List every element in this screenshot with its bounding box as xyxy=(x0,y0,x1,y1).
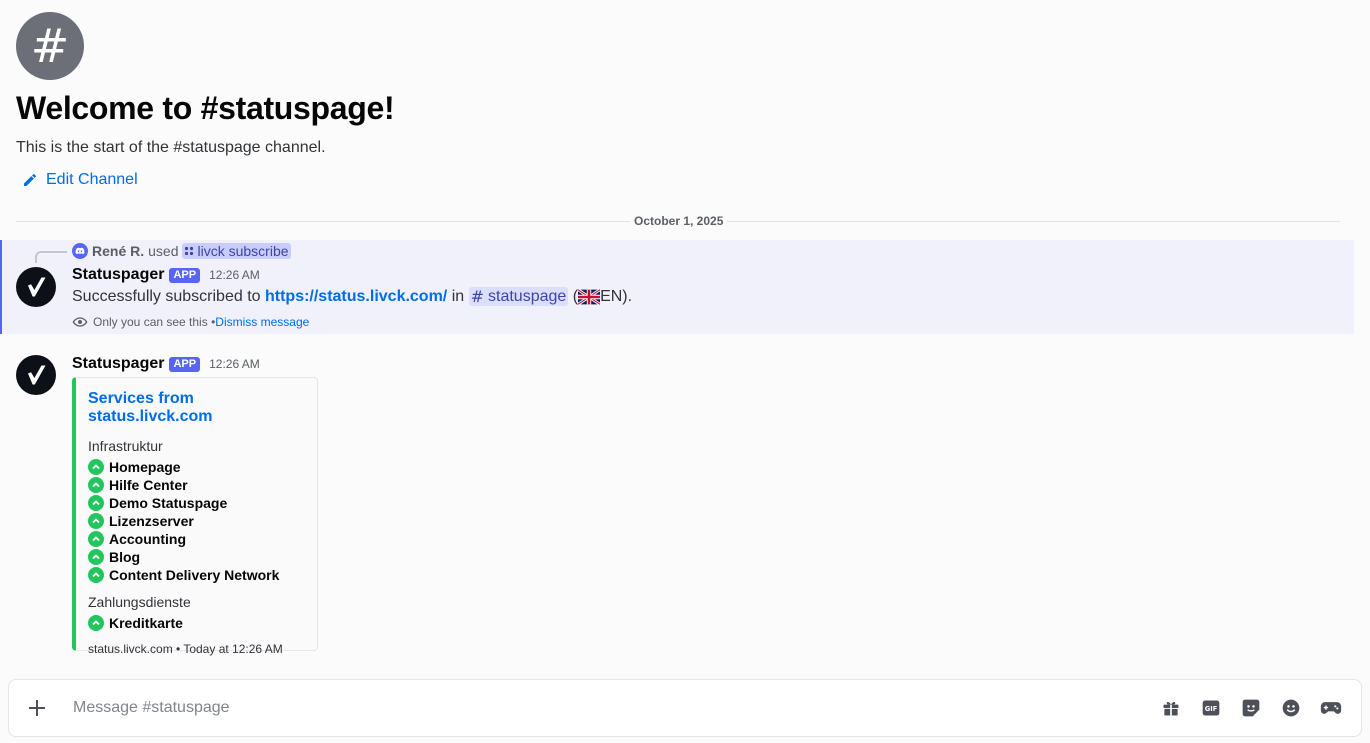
edit-channel-label: Edit Channel xyxy=(46,171,138,188)
status-up-icon xyxy=(88,459,104,475)
welcome-subtitle: This is the start of the #statuspage cha… xyxy=(16,139,326,156)
services-embed: Services from status.livck.com Infrastru… xyxy=(72,377,318,656)
activities-button[interactable] xyxy=(1319,696,1343,720)
discord-icon xyxy=(72,243,88,259)
date-divider-label: October 1, 2025 xyxy=(630,214,728,228)
status-up-icon xyxy=(88,549,104,565)
message-text-in: in xyxy=(447,287,469,305)
timestamp[interactable]: 12:26 AM xyxy=(209,268,260,282)
ephemeral-notice: Only you can see this • Dismiss message xyxy=(72,314,309,330)
gif-button[interactable]: GIF xyxy=(1199,696,1223,720)
sticker-icon xyxy=(1242,699,1260,717)
gift-button[interactable] xyxy=(1159,696,1183,720)
service-item: Content Delivery Network xyxy=(88,566,305,584)
welcome-title: Welcome to #statuspage! xyxy=(16,90,395,126)
edit-channel-button[interactable]: Edit Channel xyxy=(22,171,394,189)
pencil-icon xyxy=(24,173,37,186)
avatar[interactable] xyxy=(16,267,56,307)
service-item: Demo Statuspage xyxy=(88,494,305,512)
emoji-button[interactable] xyxy=(1279,696,1303,720)
reply-connector xyxy=(35,251,67,263)
checkmark-logo-icon xyxy=(28,277,46,297)
checkmark-logo-icon xyxy=(28,365,46,385)
plus-icon xyxy=(29,700,45,716)
svg-text:GIF: GIF xyxy=(1205,705,1218,713)
message-text-prefix: Successfully subscribed to xyxy=(72,287,265,305)
app-badge: APP xyxy=(169,267,201,283)
status-up-icon xyxy=(88,615,104,631)
reply-username[interactable]: René R. xyxy=(92,243,144,259)
status-up-icon xyxy=(88,495,104,511)
embed-section-infrastruktur: Infrastruktur Homepage Hilfe Center Demo… xyxy=(88,438,305,584)
gift-icon xyxy=(1163,702,1179,716)
ephemeral-text: Only you can see this • xyxy=(93,315,216,329)
gamepad-icon xyxy=(1320,702,1342,714)
apps-icon xyxy=(185,246,194,256)
channel-mention-label: statuspage xyxy=(488,287,567,305)
sticker-button[interactable] xyxy=(1239,696,1263,720)
slash-command-label: livck subscribe xyxy=(197,243,289,259)
status-link[interactable]: https://status.livck.com/ xyxy=(265,288,447,306)
timestamp[interactable]: 12:26 AM xyxy=(209,357,260,371)
add-attachment-button[interactable] xyxy=(9,680,65,736)
status-up-icon xyxy=(88,513,104,529)
status-up-icon xyxy=(88,531,104,547)
embed-title-link[interactable]: Services from status.livck.com xyxy=(88,390,305,426)
channel-hash-icon: # xyxy=(470,287,484,306)
service-item: Hilfe Center xyxy=(88,476,305,494)
section-name: Zahlungsdienste xyxy=(88,594,191,610)
embed-section-zahlungsdienste: Zahlungsdienste Kreditkarte xyxy=(88,594,305,632)
service-item: Lizenzserver xyxy=(88,512,305,530)
slash-command-mention[interactable]: livck subscribe xyxy=(182,243,291,259)
service-item: Blog xyxy=(88,548,305,566)
lang-label: EN). xyxy=(600,287,633,305)
channel-hash-icon: # xyxy=(16,12,84,80)
reply-used-text: used xyxy=(148,243,179,259)
status-up-icon xyxy=(88,477,104,493)
message-input[interactable] xyxy=(65,699,1159,717)
eye-icon xyxy=(72,317,88,327)
username[interactable]: Statuspager xyxy=(72,355,164,373)
command-reference: René R. used livck subscribe xyxy=(72,243,291,259)
message-header: Statuspager APP 12:26 AM xyxy=(72,355,260,373)
avatar[interactable] xyxy=(16,355,56,395)
service-item: Accounting xyxy=(88,530,305,548)
status-up-icon xyxy=(88,567,104,583)
embed-footer: status.livck.com • Today at 12:26 AM xyxy=(88,642,283,656)
message-header: Statuspager APP 12:26 AM xyxy=(72,266,260,284)
gif-icon: GIF xyxy=(1202,700,1220,716)
app-badge: APP xyxy=(169,356,201,372)
emoji-icon xyxy=(1282,699,1300,717)
message-content: Successfully subscribed to https://statu… xyxy=(72,287,632,306)
uk-flag-icon xyxy=(578,288,601,305)
username[interactable]: Statuspager xyxy=(72,266,164,284)
section-name: Infrastruktur xyxy=(88,438,163,454)
service-item: Homepage xyxy=(88,458,305,476)
composer-toolbar: GIF xyxy=(1159,696,1343,720)
dismiss-message-link[interactable]: Dismiss message xyxy=(215,315,309,329)
channel-welcome: # Welcome to #statuspage! This is the st… xyxy=(16,12,395,189)
channel-mention[interactable]: # statuspage xyxy=(468,287,569,306)
message-composer: GIF xyxy=(8,679,1362,737)
service-item: Kreditkarte xyxy=(88,614,305,632)
lang-open: ( xyxy=(568,287,579,305)
